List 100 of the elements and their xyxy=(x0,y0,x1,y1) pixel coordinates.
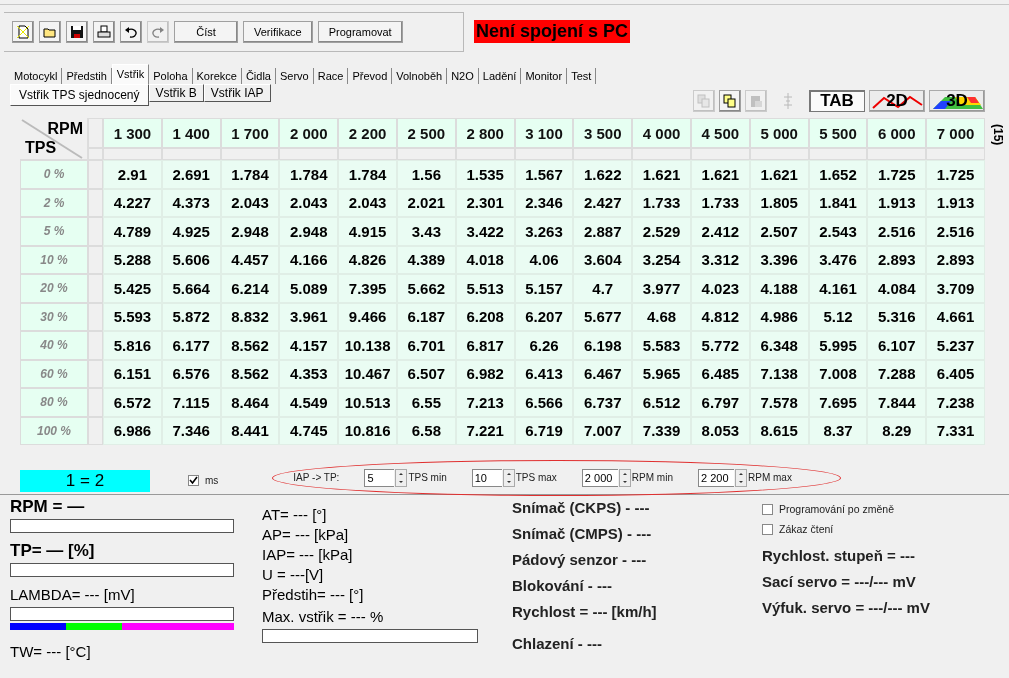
table-cell[interactable]: 5.288 xyxy=(103,245,162,274)
table-cell[interactable]: 5.583 xyxy=(632,331,691,360)
toolbar-button[interactable]: Verifikace xyxy=(243,20,313,43)
undo-button[interactable] xyxy=(120,20,142,43)
table-cell[interactable]: 7.238 xyxy=(926,388,985,417)
table-cell[interactable]: 4.188 xyxy=(749,274,809,303)
table-cell[interactable]: 2.948 xyxy=(279,217,339,246)
tab[interactable]: N2O xyxy=(447,68,479,84)
tab[interactable]: Race xyxy=(313,68,349,84)
table-cell[interactable]: 3.604 xyxy=(573,245,633,274)
table-cell[interactable]: 4.389 xyxy=(397,245,456,274)
spin-buttons[interactable] xyxy=(502,468,515,487)
spin-buttons[interactable] xyxy=(735,468,747,487)
table-cell[interactable]: 5.089 xyxy=(279,274,339,303)
table-cell[interactable]: 8.29 xyxy=(867,416,927,445)
table-cell[interactable]: 6.214 xyxy=(220,274,280,303)
table-cell[interactable]: 2.043 xyxy=(338,188,397,217)
table-cell[interactable]: 4.227 xyxy=(103,188,162,217)
table-cell[interactable]: 3.263 xyxy=(514,217,574,246)
table-cell[interactable]: 5.316 xyxy=(867,302,927,331)
table-cell[interactable]: 7.213 xyxy=(455,388,515,417)
table-cell[interactable]: 6.572 xyxy=(103,388,162,417)
ms-checkbox[interactable] xyxy=(188,475,199,486)
spin-field[interactable]: 2 000 xyxy=(581,468,618,487)
table-cell[interactable]: 6.817 xyxy=(455,331,515,360)
table-cell[interactable]: 7.395 xyxy=(338,274,397,303)
table-cell[interactable]: 2.691 xyxy=(161,160,221,189)
table-cell[interactable]: 5.157 xyxy=(514,274,574,303)
table-cell[interactable]: 6.512 xyxy=(632,388,691,417)
table-cell[interactable]: 1.784 xyxy=(220,160,280,189)
table-cell[interactable]: 1.56 xyxy=(397,160,456,189)
table-cell[interactable]: 5.677 xyxy=(573,302,633,331)
table-cell[interactable]: 6.701 xyxy=(397,331,456,360)
table-cell[interactable]: 6.986 xyxy=(103,416,162,445)
table-cell[interactable]: 5.772 xyxy=(691,331,750,360)
table-cell[interactable]: 6.55 xyxy=(397,388,456,417)
table-cell[interactable]: 7.844 xyxy=(867,388,927,417)
table-cell[interactable]: 6.566 xyxy=(514,388,574,417)
table-cell[interactable]: 3.43 xyxy=(397,217,456,246)
table-cell[interactable]: 2.427 xyxy=(573,188,633,217)
tab[interactable]: Test xyxy=(567,68,597,84)
folder-button[interactable] xyxy=(39,20,61,43)
table-cell[interactable]: 1.784 xyxy=(338,160,397,189)
paste-special-button[interactable] xyxy=(719,90,741,112)
table-cell[interactable]: 1.567 xyxy=(514,160,574,189)
table-cell[interactable]: 4.157 xyxy=(279,331,339,360)
table-cell[interactable]: 3.254 xyxy=(632,245,691,274)
table-cell[interactable]: 2.948 xyxy=(220,217,280,246)
table-cell[interactable]: 5.965 xyxy=(632,359,691,388)
table-cell[interactable]: 1.913 xyxy=(926,188,985,217)
table-cell[interactable]: 6.198 xyxy=(573,331,633,360)
table-cell[interactable]: 9.466 xyxy=(338,302,397,331)
table-cell[interactable]: 2.887 xyxy=(573,217,633,246)
option-checkbox[interactable] xyxy=(762,523,773,535)
table-cell[interactable]: 4.7 xyxy=(573,274,633,303)
table-cell[interactable]: 5.513 xyxy=(455,274,515,303)
table-cell[interactable]: 3.312 xyxy=(691,245,750,274)
table-cell[interactable]: 1.725 xyxy=(867,160,927,189)
view-mode-button[interactable]: TAB xyxy=(809,90,865,112)
table-cell[interactable]: 5.425 xyxy=(103,274,162,303)
option-checkbox[interactable] xyxy=(762,503,773,515)
sub-tab[interactable]: Vstřik IAP xyxy=(203,84,271,102)
table-cell[interactable]: 1.621 xyxy=(691,160,750,189)
table-cell[interactable]: 10.138 xyxy=(338,331,397,360)
sub-tab[interactable]: Vstřik TPS sjednocený xyxy=(10,84,149,106)
tab[interactable]: Vstřik xyxy=(111,64,150,84)
table-cell[interactable]: 8.053 xyxy=(691,416,750,445)
table-cell[interactable]: 6.737 xyxy=(573,388,633,417)
table-cell[interactable]: 6.187 xyxy=(397,302,456,331)
table-cell[interactable]: 3.977 xyxy=(632,274,691,303)
table-cell[interactable]: 2.412 xyxy=(691,217,750,246)
table-cell[interactable]: 2.893 xyxy=(926,245,985,274)
table-cell[interactable]: 4.023 xyxy=(691,274,750,303)
toolbar-button[interactable]: Programovat xyxy=(317,20,403,43)
table-cell[interactable]: 2.043 xyxy=(279,188,339,217)
table-cell[interactable]: 5.662 xyxy=(397,274,456,303)
tab[interactable]: Ladění xyxy=(478,68,522,84)
spin-field[interactable]: 2 200 xyxy=(698,468,734,487)
table-cell[interactable]: 7.331 xyxy=(926,416,985,445)
tab[interactable]: Servo xyxy=(275,68,314,84)
table-cell[interactable]: 8.464 xyxy=(220,388,280,417)
table-cell[interactable]: 1.733 xyxy=(691,188,750,217)
table-cell[interactable]: 4.68 xyxy=(632,302,691,331)
table-cell[interactable]: 3.961 xyxy=(279,302,339,331)
table-cell[interactable]: 4.166 xyxy=(279,245,339,274)
table-cell[interactable]: 1.621 xyxy=(632,160,691,189)
table-cell[interactable]: 7.115 xyxy=(161,388,221,417)
table-cell[interactable]: 2.021 xyxy=(397,188,456,217)
table-cell[interactable]: 6.507 xyxy=(397,359,456,388)
table-cell[interactable]: 10.816 xyxy=(338,416,397,445)
table-cell[interactable]: 2.507 xyxy=(749,217,809,246)
print-button[interactable] xyxy=(93,20,115,43)
table-cell[interactable]: 1.622 xyxy=(573,160,633,189)
table-cell[interactable]: 6.177 xyxy=(161,331,221,360)
table-cell[interactable]: 6.58 xyxy=(397,416,456,445)
spin-field[interactable]: 10 xyxy=(471,468,502,487)
table-cell[interactable]: 6.405 xyxy=(926,359,985,388)
table-cell[interactable]: 4.661 xyxy=(926,302,985,331)
table-cell[interactable]: 2.543 xyxy=(808,217,868,246)
table-cell[interactable]: 1.725 xyxy=(926,160,985,189)
